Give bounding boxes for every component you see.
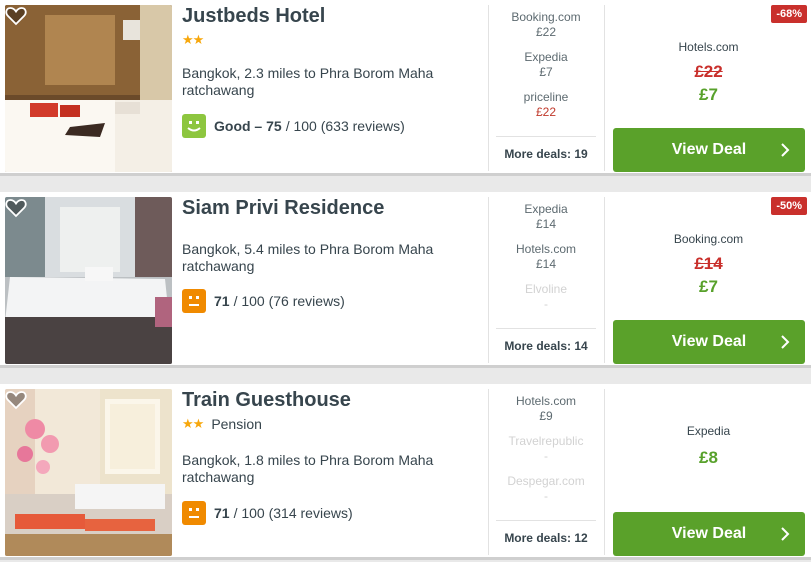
divider <box>488 5 489 171</box>
divider <box>488 197 489 363</box>
deal-option[interactable]: Hotels.com £14 <box>496 242 596 282</box>
deal-price: £7 <box>699 277 718 296</box>
discount-badge: -50% <box>771 197 807 215</box>
hotel-name[interactable]: Siam Privi Residence <box>182 197 384 220</box>
view-deal-label: View Deal <box>671 525 747 542</box>
rating-label: Good – <box>214 118 263 134</box>
neutral-face-icon <box>182 289 206 313</box>
rating-score: 75 <box>266 118 282 134</box>
more-deals-link[interactable]: More deals: 19 <box>496 136 596 161</box>
deal-option: Despegar.com - <box>496 474 596 514</box>
star-rating: ★★ <box>182 32 204 47</box>
deal-price: - <box>544 489 548 503</box>
original-price: £22 <box>694 62 723 81</box>
review-rating: 71/ 100 (76 reviews) <box>182 289 345 313</box>
chevron-right-icon <box>781 527 790 541</box>
view-deal-label: View Deal <box>671 141 747 158</box>
star-icon: ★★ <box>182 416 204 431</box>
heart-icon[interactable] <box>5 6 27 26</box>
deal-price: - <box>544 297 548 311</box>
best-deal: Hotels.com £22 £7 <box>612 40 805 105</box>
hotel-card[interactable]: Justbeds Hotel ★★ Bangkok, 2.3 miles to … <box>0 0 811 176</box>
view-deal-button[interactable]: View Deal <box>613 320 805 364</box>
hotel-card[interactable]: Siam Privi Residence Bangkok, 5.4 miles … <box>0 192 811 368</box>
star-icon: ★★ <box>182 32 204 47</box>
other-deals: Hotels.com £9 Travelrepublic - Despegar.co… <box>496 394 596 514</box>
other-deals: Expedia £14 Hotels.com £14 Elvoline - <box>496 202 596 322</box>
deal-option[interactable]: Expedia £14 <box>496 202 596 242</box>
deal-price: £14 <box>535 217 557 231</box>
deal-provider: Travelrepublic <box>508 434 584 448</box>
hotel-photo[interactable] <box>5 197 172 364</box>
deal-provider: Hotels.com <box>515 394 577 408</box>
best-deal-provider: Expedia <box>686 424 731 438</box>
review-rating: Good – 75/ 100 (633 reviews) <box>182 114 405 138</box>
other-deals: Booking.com £22 Expedia £7 priceline £22 <box>496 10 596 130</box>
deal-provider: Hotels.com <box>515 242 577 256</box>
deal-option[interactable]: Booking.com £22 <box>496 10 596 50</box>
deal-price: £7 <box>539 65 553 79</box>
rating-score: 71 <box>214 293 230 309</box>
view-deal-label: View Deal <box>671 333 747 350</box>
hotel-card[interactable]: Train Guesthouse ★★ Pension Bangkok, 1.8… <box>0 384 811 560</box>
deal-provider: Expedia <box>524 50 568 64</box>
view-deal-button[interactable]: View Deal <box>613 128 805 172</box>
star-rating: ★★ Pension <box>182 416 262 432</box>
deal-provider: Despegar.com <box>507 474 585 488</box>
deal-price: £22 <box>535 105 557 119</box>
chevron-right-icon <box>781 143 790 157</box>
hotel-photo[interactable] <box>5 5 172 172</box>
divider <box>488 389 489 555</box>
hotel-results-list: Justbeds Hotel ★★ Bangkok, 2.3 miles to … <box>0 0 811 562</box>
divider <box>604 389 605 555</box>
heart-icon[interactable] <box>5 390 27 410</box>
rating-reviews: / 100 (314 reviews) <box>233 505 353 521</box>
deal-provider: Expedia <box>524 202 568 216</box>
deal-provider: priceline <box>523 90 569 104</box>
original-price: £14 <box>694 254 723 273</box>
deal-price: £9 <box>539 409 553 423</box>
deal-provider: Elvoline <box>524 282 568 296</box>
hotel-photo[interactable] <box>5 389 172 556</box>
deal-provider: Booking.com <box>511 10 581 24</box>
best-deal: Expedia £8 <box>612 424 805 468</box>
neutral-face-icon <box>182 501 206 525</box>
best-deal: Booking.com £14 £7 <box>612 232 805 297</box>
rating-reviews: / 100 (633 reviews) <box>285 118 405 134</box>
best-deal-provider: Hotels.com <box>678 40 739 54</box>
deal-option: Travelrepublic - <box>496 434 596 474</box>
rating-score: 71 <box>214 505 230 521</box>
best-deal-provider: Booking.com <box>673 232 744 246</box>
review-rating: 71/ 100 (314 reviews) <box>182 501 353 525</box>
deal-price: £7 <box>699 85 718 104</box>
hotel-name[interactable]: Justbeds Hotel <box>182 5 325 28</box>
accommodation-type: Pension <box>211 416 262 432</box>
rating-reviews: / 100 (76 reviews) <box>233 293 345 309</box>
view-deal-button[interactable]: View Deal <box>613 512 805 556</box>
deal-price: £22 <box>535 25 557 39</box>
deal-option[interactable]: Expedia £7 <box>496 50 596 90</box>
more-deals-link[interactable]: More deals: 14 <box>496 328 596 353</box>
divider <box>604 197 605 363</box>
hotel-location: Bangkok, 5.4 miles to Phra Borom Maha ra… <box>182 241 434 274</box>
chevron-right-icon <box>781 335 790 349</box>
deal-option[interactable]: priceline £22 <box>496 90 596 130</box>
deal-price: £8 <box>699 448 718 467</box>
deal-price: £14 <box>535 257 557 271</box>
discount-badge: -68% <box>771 5 807 23</box>
smiley-face-icon <box>182 114 206 138</box>
hotel-location: Bangkok, 2.3 miles to Phra Borom Maha ra… <box>182 65 434 98</box>
deal-price: - <box>544 449 548 463</box>
hotel-location: Bangkok, 1.8 miles to Phra Borom Maha ra… <box>182 452 434 485</box>
deal-option[interactable]: Hotels.com £9 <box>496 394 596 434</box>
hotel-name[interactable]: Train Guesthouse <box>182 389 351 412</box>
divider <box>604 5 605 171</box>
deal-option: Elvoline - <box>496 282 596 322</box>
heart-icon[interactable] <box>5 198 27 218</box>
more-deals-link[interactable]: More deals: 12 <box>496 520 596 545</box>
